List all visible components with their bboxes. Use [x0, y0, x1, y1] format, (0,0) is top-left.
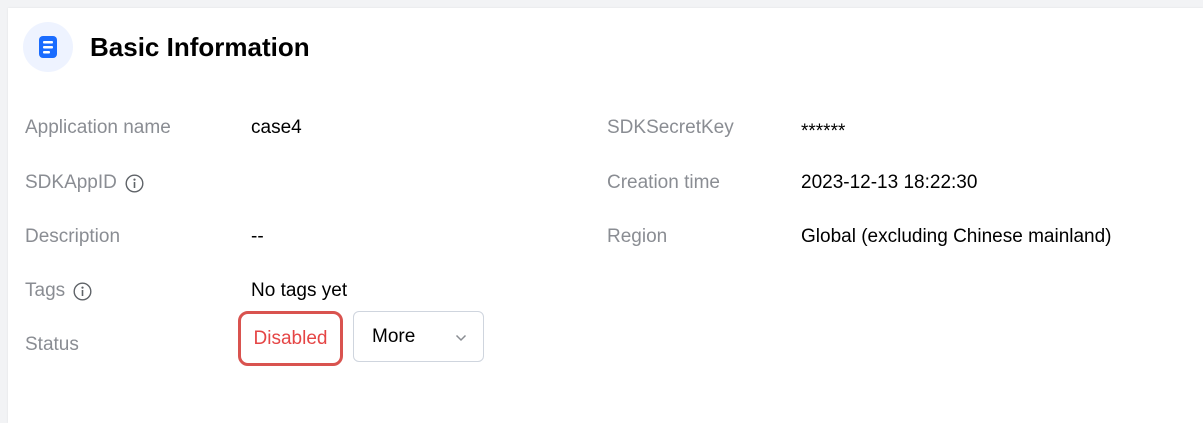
creation-time-value-wrap: 2023-12-13 18:22:30	[801, 168, 977, 198]
more-dropdown-button[interactable]: More	[353, 311, 484, 362]
application-name-row: Application name	[25, 113, 171, 143]
creation-time-row: Creation time	[607, 168, 720, 198]
sdksecretkey-label: SDKSecretKey	[607, 117, 734, 138]
application-name-value: case4	[251, 117, 302, 138]
card-header: Basic Information	[23, 22, 310, 72]
application-name-value-wrap: case4	[251, 113, 302, 143]
more-button-label: More	[372, 325, 416, 347]
page-title: Basic Information	[90, 31, 310, 62]
region-value: Global (excluding Chinese mainland)	[801, 226, 1112, 247]
description-value-wrap: --	[251, 222, 264, 252]
region-label: Region	[607, 226, 668, 247]
description-label: Description	[25, 226, 121, 247]
sdksecretkey-row: SDKSecretKey	[607, 113, 734, 143]
sdkappid-label: SDKAppID	[25, 172, 117, 193]
status-row: Status	[25, 330, 79, 360]
sdksecretkey-value: ******	[801, 121, 846, 142]
creation-time-value: 2023-12-13 18:22:30	[801, 172, 978, 193]
status-badge: Disabled	[238, 311, 343, 366]
description-value: --	[251, 226, 264, 247]
tags-value: No tags yet	[251, 280, 348, 301]
tags-row: Tags	[25, 276, 92, 306]
document-icon	[23, 22, 73, 72]
application-name-label: Application name	[25, 117, 171, 138]
region-value-wrap: Global (excluding Chinese mainland)	[801, 222, 1112, 252]
status-value: Disabled	[253, 327, 328, 349]
sdkappid-label-wrap: SDKAppID	[25, 172, 144, 194]
chevron-down-icon	[455, 326, 467, 348]
sdksecretkey-value-wrap: ******	[801, 117, 845, 147]
info-icon[interactable]	[73, 281, 92, 301]
creation-time-label: Creation time	[607, 172, 720, 193]
sdkappid-row: SDKAppID	[25, 168, 144, 198]
basic-information-card: Basic Information	[8, 8, 1203, 423]
tags-label: Tags	[25, 280, 66, 301]
region-row: Region	[607, 222, 667, 252]
info-icon[interactable]	[125, 173, 144, 193]
description-row: Description	[25, 222, 120, 252]
tags-label-wrap: Tags	[25, 280, 92, 302]
status-label: Status	[25, 334, 79, 355]
tags-value-wrap: No tags yet	[251, 276, 347, 306]
